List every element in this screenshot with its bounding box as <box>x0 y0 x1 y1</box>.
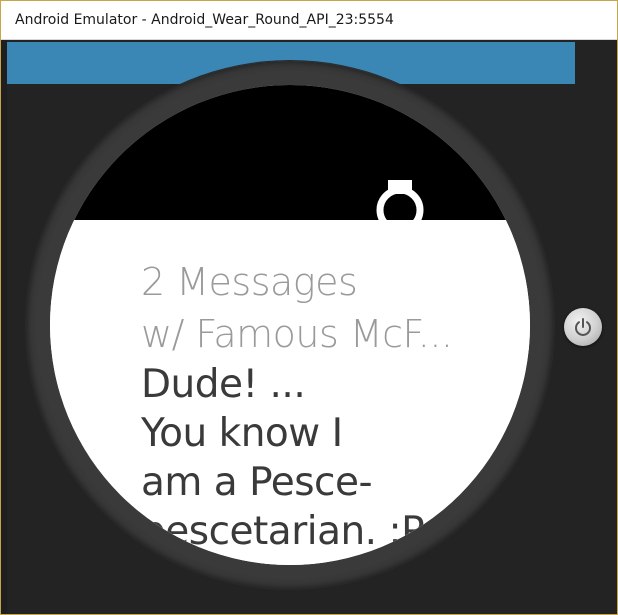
watch-screen-top <box>50 85 530 220</box>
notification-title-line: w/ Famous McF... <box>141 312 453 356</box>
notification-body-line: pescetarian. :P <box>141 509 425 554</box>
notification-card[interactable]: 2 Messages w/ Famous McF... Dude! ... Yo… <box>50 220 530 565</box>
notification-body-line: You know I <box>141 411 343 456</box>
notification-title-line: 2 Messages <box>141 260 358 304</box>
window-title: Android Emulator - Android_Wear_Round_AP… <box>15 12 394 28</box>
power-button[interactable] <box>564 308 602 346</box>
notification-body-line: am a Pesce- <box>141 460 373 505</box>
background-panel <box>1 40 7 614</box>
notification-title: 2 Messages w/ Famous McF... <box>141 256 461 360</box>
emulator-content: 2 Messages w/ Famous McF... Dude! ... Yo… <box>1 40 617 614</box>
notification-body-line: Dude! ... <box>141 362 306 407</box>
watch-screen[interactable]: 2 Messages w/ Famous McF... Dude! ... Yo… <box>50 85 530 565</box>
title-bar[interactable]: Android Emulator - Android_Wear_Round_AP… <box>1 1 617 40</box>
power-icon <box>575 318 591 336</box>
watch-icon <box>376 180 424 220</box>
watch-bezel: 2 Messages w/ Famous McF... Dude! ... Yo… <box>26 61 554 589</box>
notification-body: Dude! ... You know I am a Pesce- pesceta… <box>141 360 471 556</box>
emulator-window: Android Emulator - Android_Wear_Round_AP… <box>0 0 618 615</box>
